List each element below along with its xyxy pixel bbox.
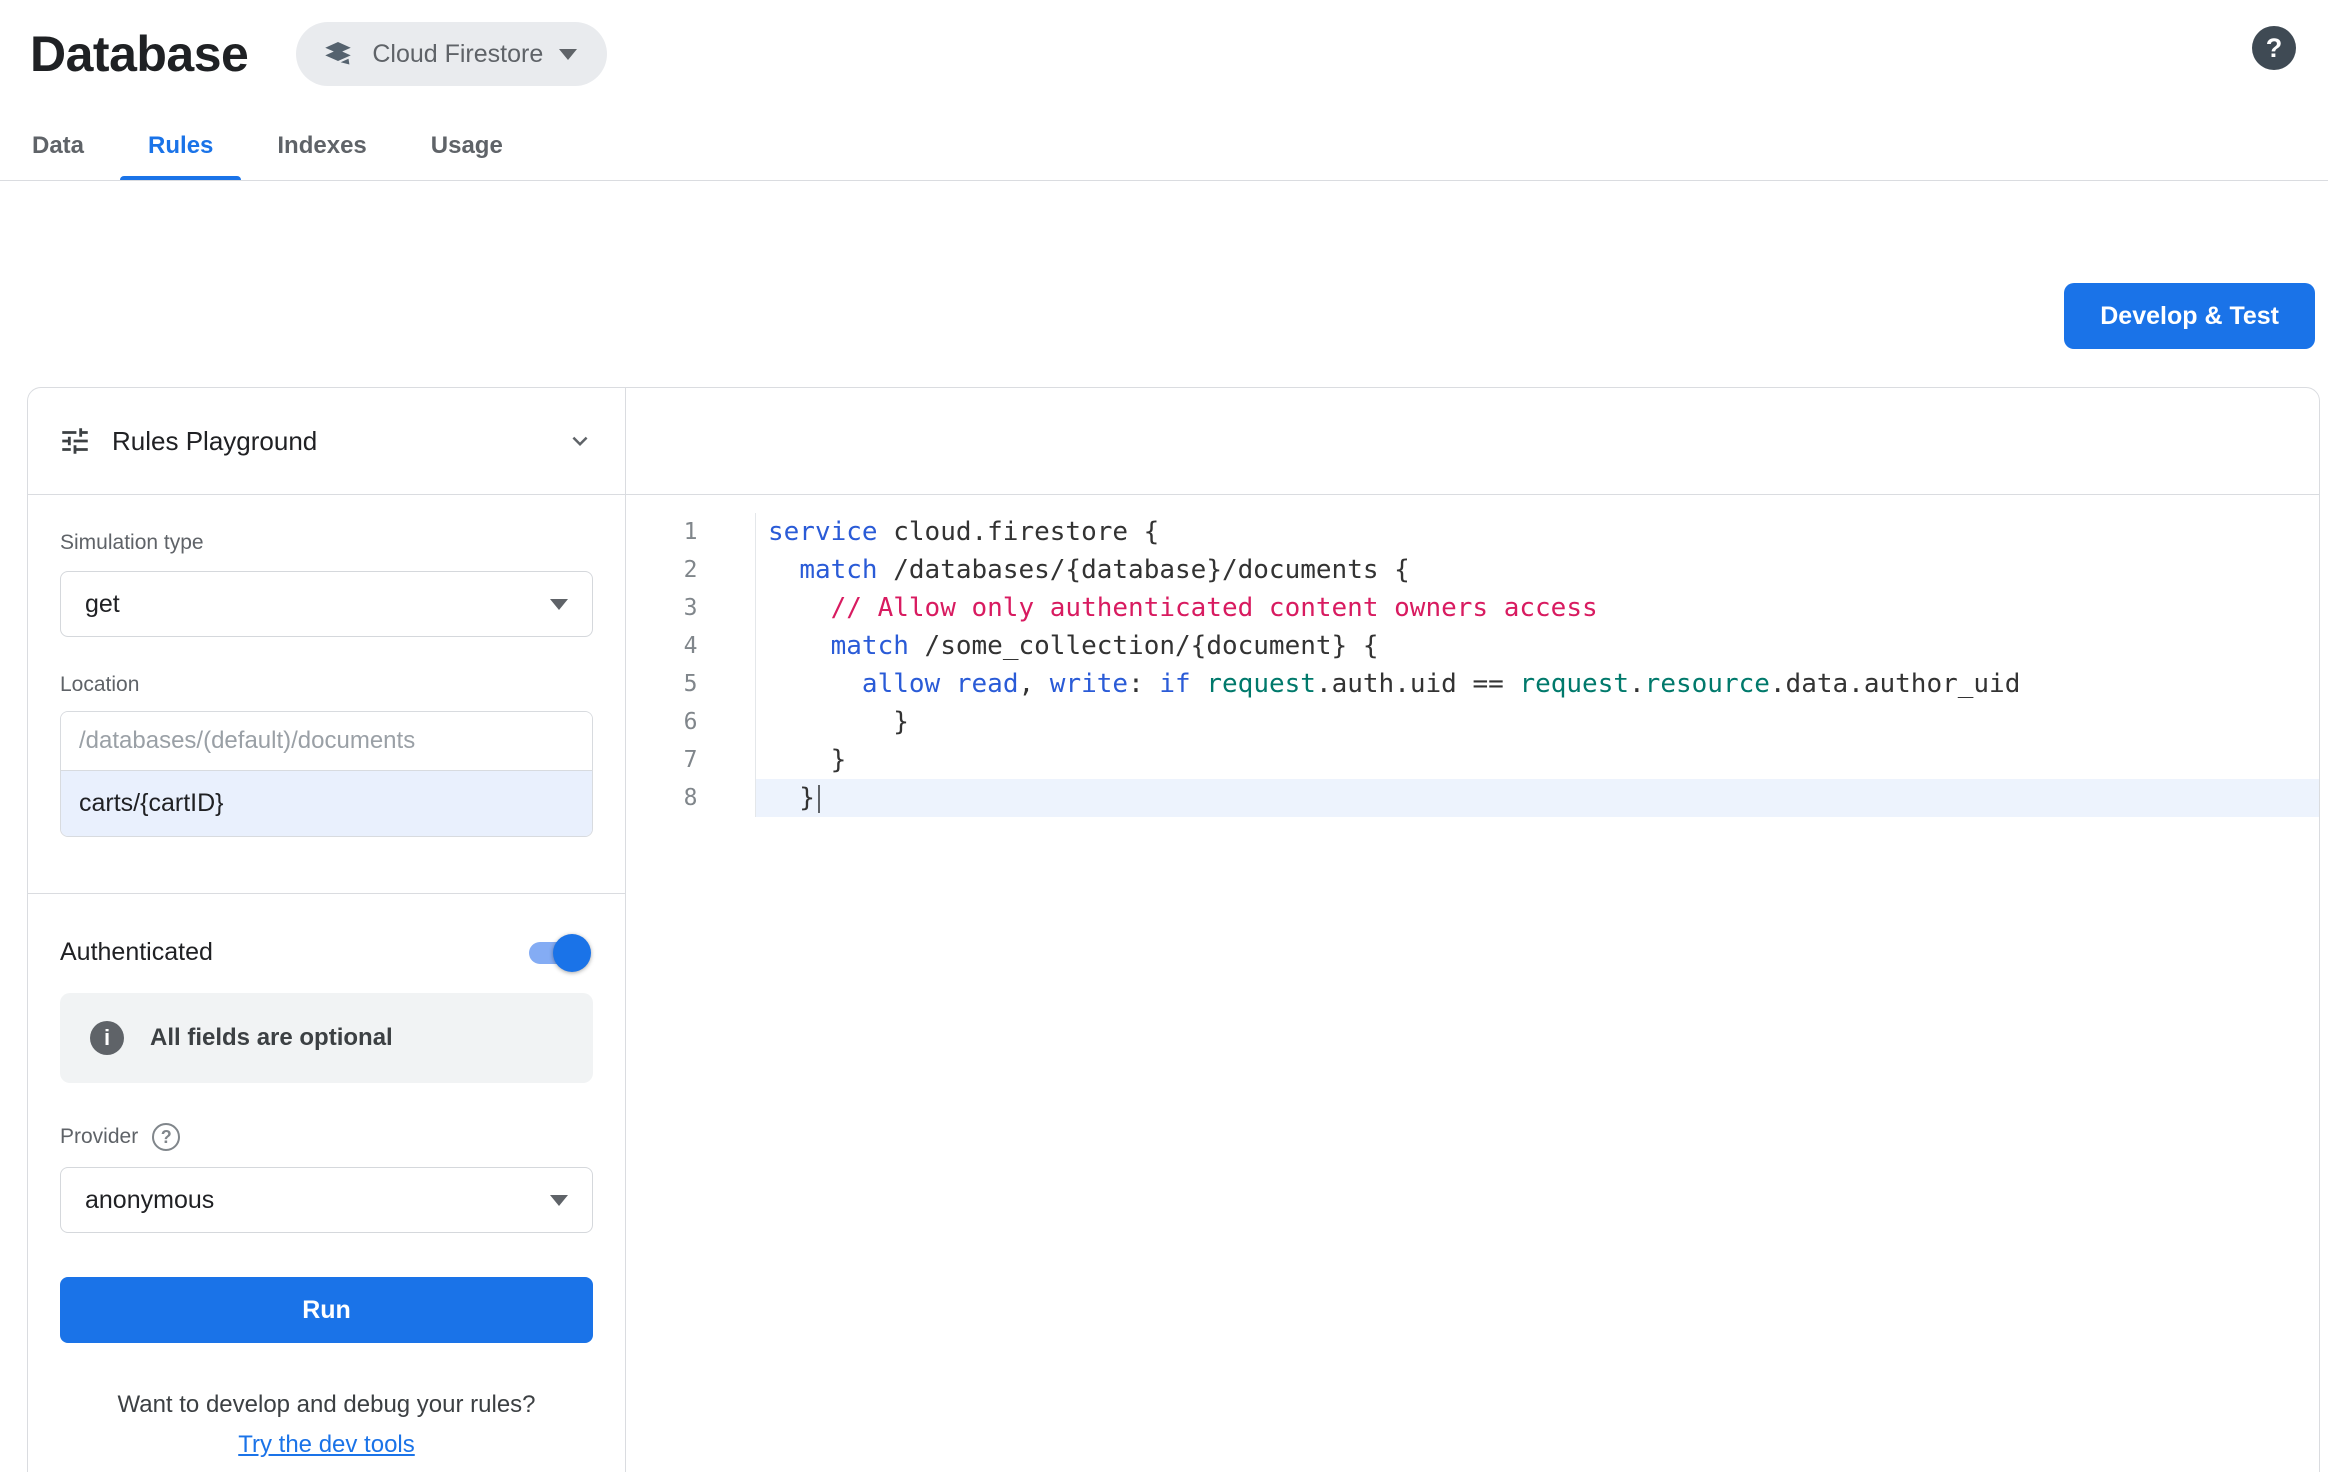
authenticated-row: Authenticated — [60, 938, 593, 967]
editor-header — [626, 388, 2319, 495]
authenticated-label: Authenticated — [60, 938, 213, 967]
line-number: 4 — [626, 627, 756, 665]
code-line[interactable]: 5 allow read, write: if request.auth.uid… — [626, 665, 2319, 703]
code-editor-lines: 1service cloud.firestore {2 match /datab… — [626, 495, 2319, 817]
provider-row: Provider ? — [60, 1123, 593, 1151]
code-line[interactable]: 8 } — [626, 779, 2319, 817]
simulation-type-label: Simulation type — [60, 531, 593, 555]
tab-usage[interactable]: Usage — [399, 110, 535, 180]
product-selector[interactable]: Cloud Firestore — [296, 22, 607, 86]
code-text: match /some_collection/{document} { — [756, 627, 2319, 665]
chevron-down-icon — [550, 599, 568, 610]
code-text: // Allow only authenticated content owne… — [756, 589, 2319, 627]
simulation-type-value: get — [85, 590, 120, 619]
code-line[interactable]: 6 } — [626, 703, 2319, 741]
code-text: } — [756, 779, 2319, 817]
code-line[interactable]: 7 } — [626, 741, 2319, 779]
info-icon: i — [90, 1021, 124, 1055]
info-banner-text: All fields are optional — [150, 1024, 393, 1052]
collapse-chevron-icon[interactable] — [565, 426, 595, 456]
chevron-down-icon — [559, 49, 577, 60]
authenticated-toggle[interactable] — [529, 942, 583, 964]
code-line[interactable]: 4 match /some_collection/{document} { — [626, 627, 2319, 665]
code-text: } — [756, 741, 2319, 779]
playground-header[interactable]: Rules Playground — [28, 388, 625, 495]
toggle-knob — [553, 934, 591, 972]
devtools-link[interactable]: Try the dev tools — [238, 1431, 415, 1458]
tab-data[interactable]: Data — [0, 110, 116, 180]
provider-value: anonymous — [85, 1186, 214, 1215]
run-button[interactable]: Run — [60, 1277, 593, 1343]
line-number: 3 — [626, 589, 756, 627]
location-prefix: /databases/(default)/documents — [61, 712, 592, 770]
code-text: match /databases/{database}/documents { — [756, 551, 2319, 589]
devtools-prompt: Want to develop and debug your rules? — [60, 1391, 593, 1419]
line-number: 1 — [626, 513, 756, 551]
location-label: Location — [60, 673, 593, 697]
code-line[interactable]: 2 match /databases/{database}/documents … — [626, 551, 2319, 589]
info-banner: i All fields are optional — [60, 993, 593, 1083]
tune-icon — [58, 424, 92, 458]
provider-help-icon[interactable]: ? — [152, 1123, 180, 1151]
rules-playground-panel: Rules Playground Simulation type get Loc… — [28, 388, 626, 1472]
playground-title: Rules Playground — [112, 426, 545, 457]
location-input[interactable]: carts/{cartID} — [61, 770, 592, 836]
develop-test-button[interactable]: Develop & Test — [2064, 283, 2315, 349]
provider-label: Provider — [60, 1125, 138, 1149]
actions-row: Develop & Test — [0, 181, 2328, 349]
location-field: /databases/(default)/documents carts/{ca… — [60, 711, 593, 837]
page-title: Database — [30, 20, 248, 88]
code-text: service cloud.firestore { — [756, 513, 2319, 551]
chevron-down-icon — [550, 1195, 568, 1206]
rules-card: Rules Playground Simulation type get Loc… — [27, 387, 2320, 1472]
simulation-type-select[interactable]: get — [60, 571, 593, 637]
text-cursor — [818, 785, 820, 813]
tab-indexes[interactable]: Indexes — [245, 110, 398, 180]
playground-body: Simulation type get Location /databases/… — [28, 495, 625, 1459]
panel-divider — [28, 893, 625, 894]
page-header: Database Cloud Firestore ? — [0, 0, 2328, 88]
line-number: 8 — [626, 779, 756, 817]
help-icon[interactable]: ? — [2252, 26, 2296, 70]
line-number: 5 — [626, 665, 756, 703]
rules-code-editor[interactable]: 1service cloud.firestore {2 match /datab… — [626, 388, 2319, 1472]
line-number: 7 — [626, 741, 756, 779]
code-text: allow read, write: if request.auth.uid =… — [756, 665, 2319, 703]
code-line[interactable]: 1service cloud.firestore { — [626, 513, 2319, 551]
tab-rules[interactable]: Rules — [116, 110, 245, 180]
code-text: } — [756, 703, 2319, 741]
provider-select[interactable]: anonymous — [60, 1167, 593, 1233]
line-number: 2 — [626, 551, 756, 589]
line-number: 6 — [626, 703, 756, 741]
code-line[interactable]: 3 // Allow only authenticated content ow… — [626, 589, 2319, 627]
firestore-icon — [320, 36, 356, 72]
product-selector-label: Cloud Firestore — [372, 40, 543, 69]
tab-bar: DataRulesIndexesUsage — [0, 110, 2328, 181]
